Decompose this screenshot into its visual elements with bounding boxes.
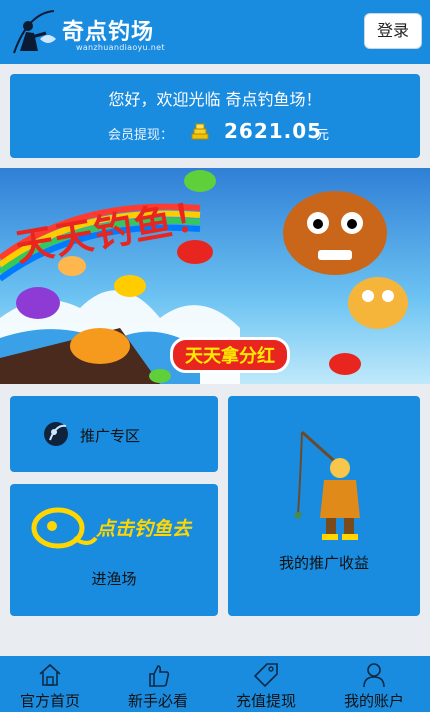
nav-beginner-guide-label: 新手必看 [127, 692, 188, 710]
thumbs-up-icon [149, 665, 170, 687]
nav-home[interactable]: 官方首页 [0, 656, 100, 712]
brand-domain: wanzhuandiaoyu.net [76, 43, 165, 52]
site-logo[interactable]: 奇点钓场 wanzhuandiaoyu.net [10, 8, 170, 56]
balance-amount: 2621.05 [224, 119, 323, 143]
balance-unit: 元 [316, 128, 330, 143]
nav-beginner-guide[interactable]: 新手必看 [108, 656, 208, 712]
promo-zone-card[interactable]: 推广专区 [10, 396, 218, 472]
enter-fishery-card[interactable]: 点击钓鱼去 进渔场 [10, 484, 218, 616]
welcome-greeting: 您好，欢迎光临 奇点钓鱼场！ [108, 90, 322, 109]
banner-tagline: 天天拿分红 [170, 337, 290, 373]
user-icon [363, 663, 385, 688]
my-earnings-label: 我的推广收益 [278, 554, 369, 572]
enter-fishery-label: 进渔场 [91, 570, 137, 588]
tag-icon [254, 663, 278, 688]
promo-zone-label: 推广专区 [80, 427, 141, 445]
balance-row: 会员提现： 2621.05 元 [108, 118, 348, 146]
fishing-hook-logo-icon [31, 507, 98, 549]
bottom-nav: 官方首页 新手必看 充值提现 我的账户 [0, 656, 430, 712]
balance-label: 会员提现： [108, 128, 174, 143]
fisherman-icon [44, 422, 68, 446]
home-icon [39, 663, 61, 686]
nav-home-label: 官方首页 [19, 692, 80, 710]
my-earnings-card[interactable]: 我的推广收益 [228, 396, 420, 616]
nav-recharge-withdraw-label: 充值提现 [235, 692, 296, 710]
top-bar: 奇点钓场 wanzhuandiaoyu.net 登录 [0, 0, 430, 64]
fisherman-character-icon [294, 430, 360, 540]
fishing-cta: 点击钓鱼去 [96, 518, 192, 540]
welcome-panel: 您好，欢迎光临 奇点钓鱼场！ 会员提现： 2621.05 元 [10, 74, 420, 158]
coin-stack-icon [191, 123, 209, 140]
fisherman-logo-icon [13, 10, 56, 54]
login-button[interactable]: 登录 [364, 13, 422, 49]
brand-name: 奇点钓场 [62, 20, 155, 45]
nav-my-account[interactable]: 我的账户 [324, 656, 424, 712]
nav-recharge-withdraw[interactable]: 充值提现 [216, 656, 316, 712]
nav-my-account-label: 我的账户 [343, 692, 404, 710]
